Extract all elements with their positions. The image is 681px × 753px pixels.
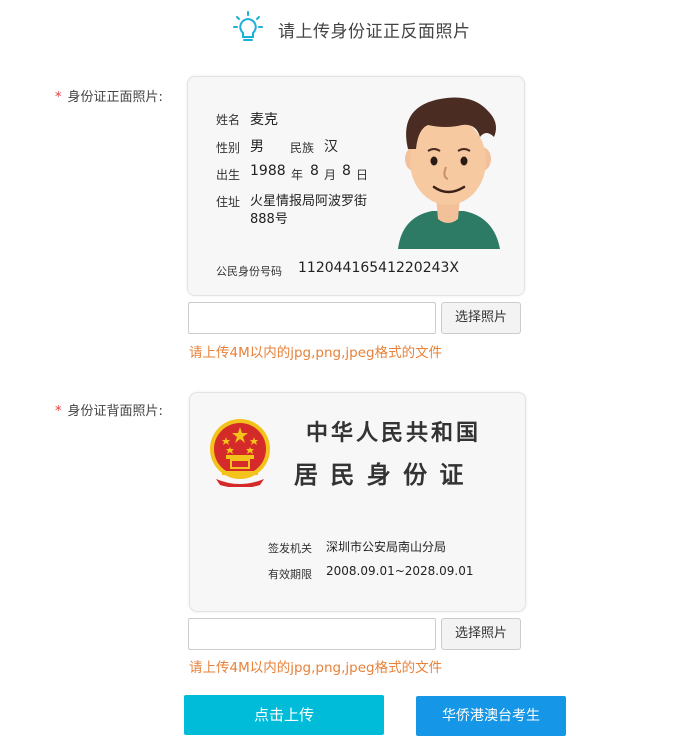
gender-label: 性别: [216, 141, 241, 155]
authority-value: 深圳市公安局南山分局: [326, 540, 447, 554]
id-number-label: 公民身份号码: [216, 265, 282, 278]
back-photo-label-text: 身份证背面照片:: [67, 404, 163, 419]
address-line1: 火星情报局阿波罗街: [250, 194, 368, 209]
name-label: 姓名: [216, 113, 241, 127]
lightbulb-icon: [233, 11, 263, 41]
validity-label: 有效期限: [268, 568, 312, 581]
authority-label: 签发机关: [268, 542, 312, 555]
birth-month: 8: [310, 163, 319, 179]
day-unit: 日: [356, 168, 369, 182]
national-emblem-icon: [210, 419, 270, 487]
id-card-back-sample: 中华人民共和国 居 民 身 份 证 签发机关 深圳市公安局南山分局 有效期限 2…: [189, 392, 526, 612]
id-card-front-sample: 姓名 麦克 性别 男 民族 汉 出生 1988 年 8 月 8 日 住址 火星情…: [187, 76, 525, 296]
back-title-country: 中华人民共和国: [306, 420, 482, 446]
upload-button[interactable]: 点击上传: [184, 695, 384, 735]
year-unit: 年: [291, 168, 304, 182]
page-header: 请上传身份证正反面照片: [0, 0, 681, 60]
back-choose-photo-button[interactable]: 选择照片: [441, 618, 521, 650]
page-title: 请上传身份证正反面照片: [278, 22, 471, 42]
name-value: 麦克: [250, 112, 278, 128]
back-title-card: 居 民 身 份 证: [294, 460, 466, 489]
required-mark: *: [55, 404, 62, 419]
back-photo-label: * 身份证背面照片:: [55, 400, 163, 419]
front-photo-label: * 身份证正面照片:: [55, 86, 163, 105]
address-label: 住址: [216, 195, 241, 209]
back-file-input[interactable]: [188, 618, 436, 650]
front-file-input[interactable]: [188, 302, 436, 334]
birth-year: 1988: [250, 163, 286, 179]
validity-value: 2008.09.01~2028.09.01: [326, 564, 474, 578]
ethnic-label: 民族: [290, 141, 315, 155]
front-choose-photo-button[interactable]: 选择照片: [441, 302, 521, 334]
required-mark: *: [55, 90, 62, 105]
front-photo-label-text: 身份证正面照片:: [67, 90, 163, 105]
cartoon-avatar-icon: [398, 97, 500, 249]
front-upload-hint: 请上传4M以内的jpg,png,jpeg格式的文件: [189, 345, 443, 361]
gender-value: 男: [250, 139, 264, 155]
birth-label: 出生: [216, 168, 241, 182]
id-number-value: 11204416541220243X: [298, 260, 460, 276]
overseas-candidate-button[interactable]: 华侨港澳台考生: [416, 696, 566, 736]
month-unit: 月: [324, 168, 337, 182]
birth-day: 8: [342, 163, 351, 179]
back-upload-hint: 请上传4M以内的jpg,png,jpeg格式的文件: [189, 660, 443, 676]
address-line2: 888号: [250, 212, 288, 227]
ethnic-value: 汉: [324, 139, 338, 155]
